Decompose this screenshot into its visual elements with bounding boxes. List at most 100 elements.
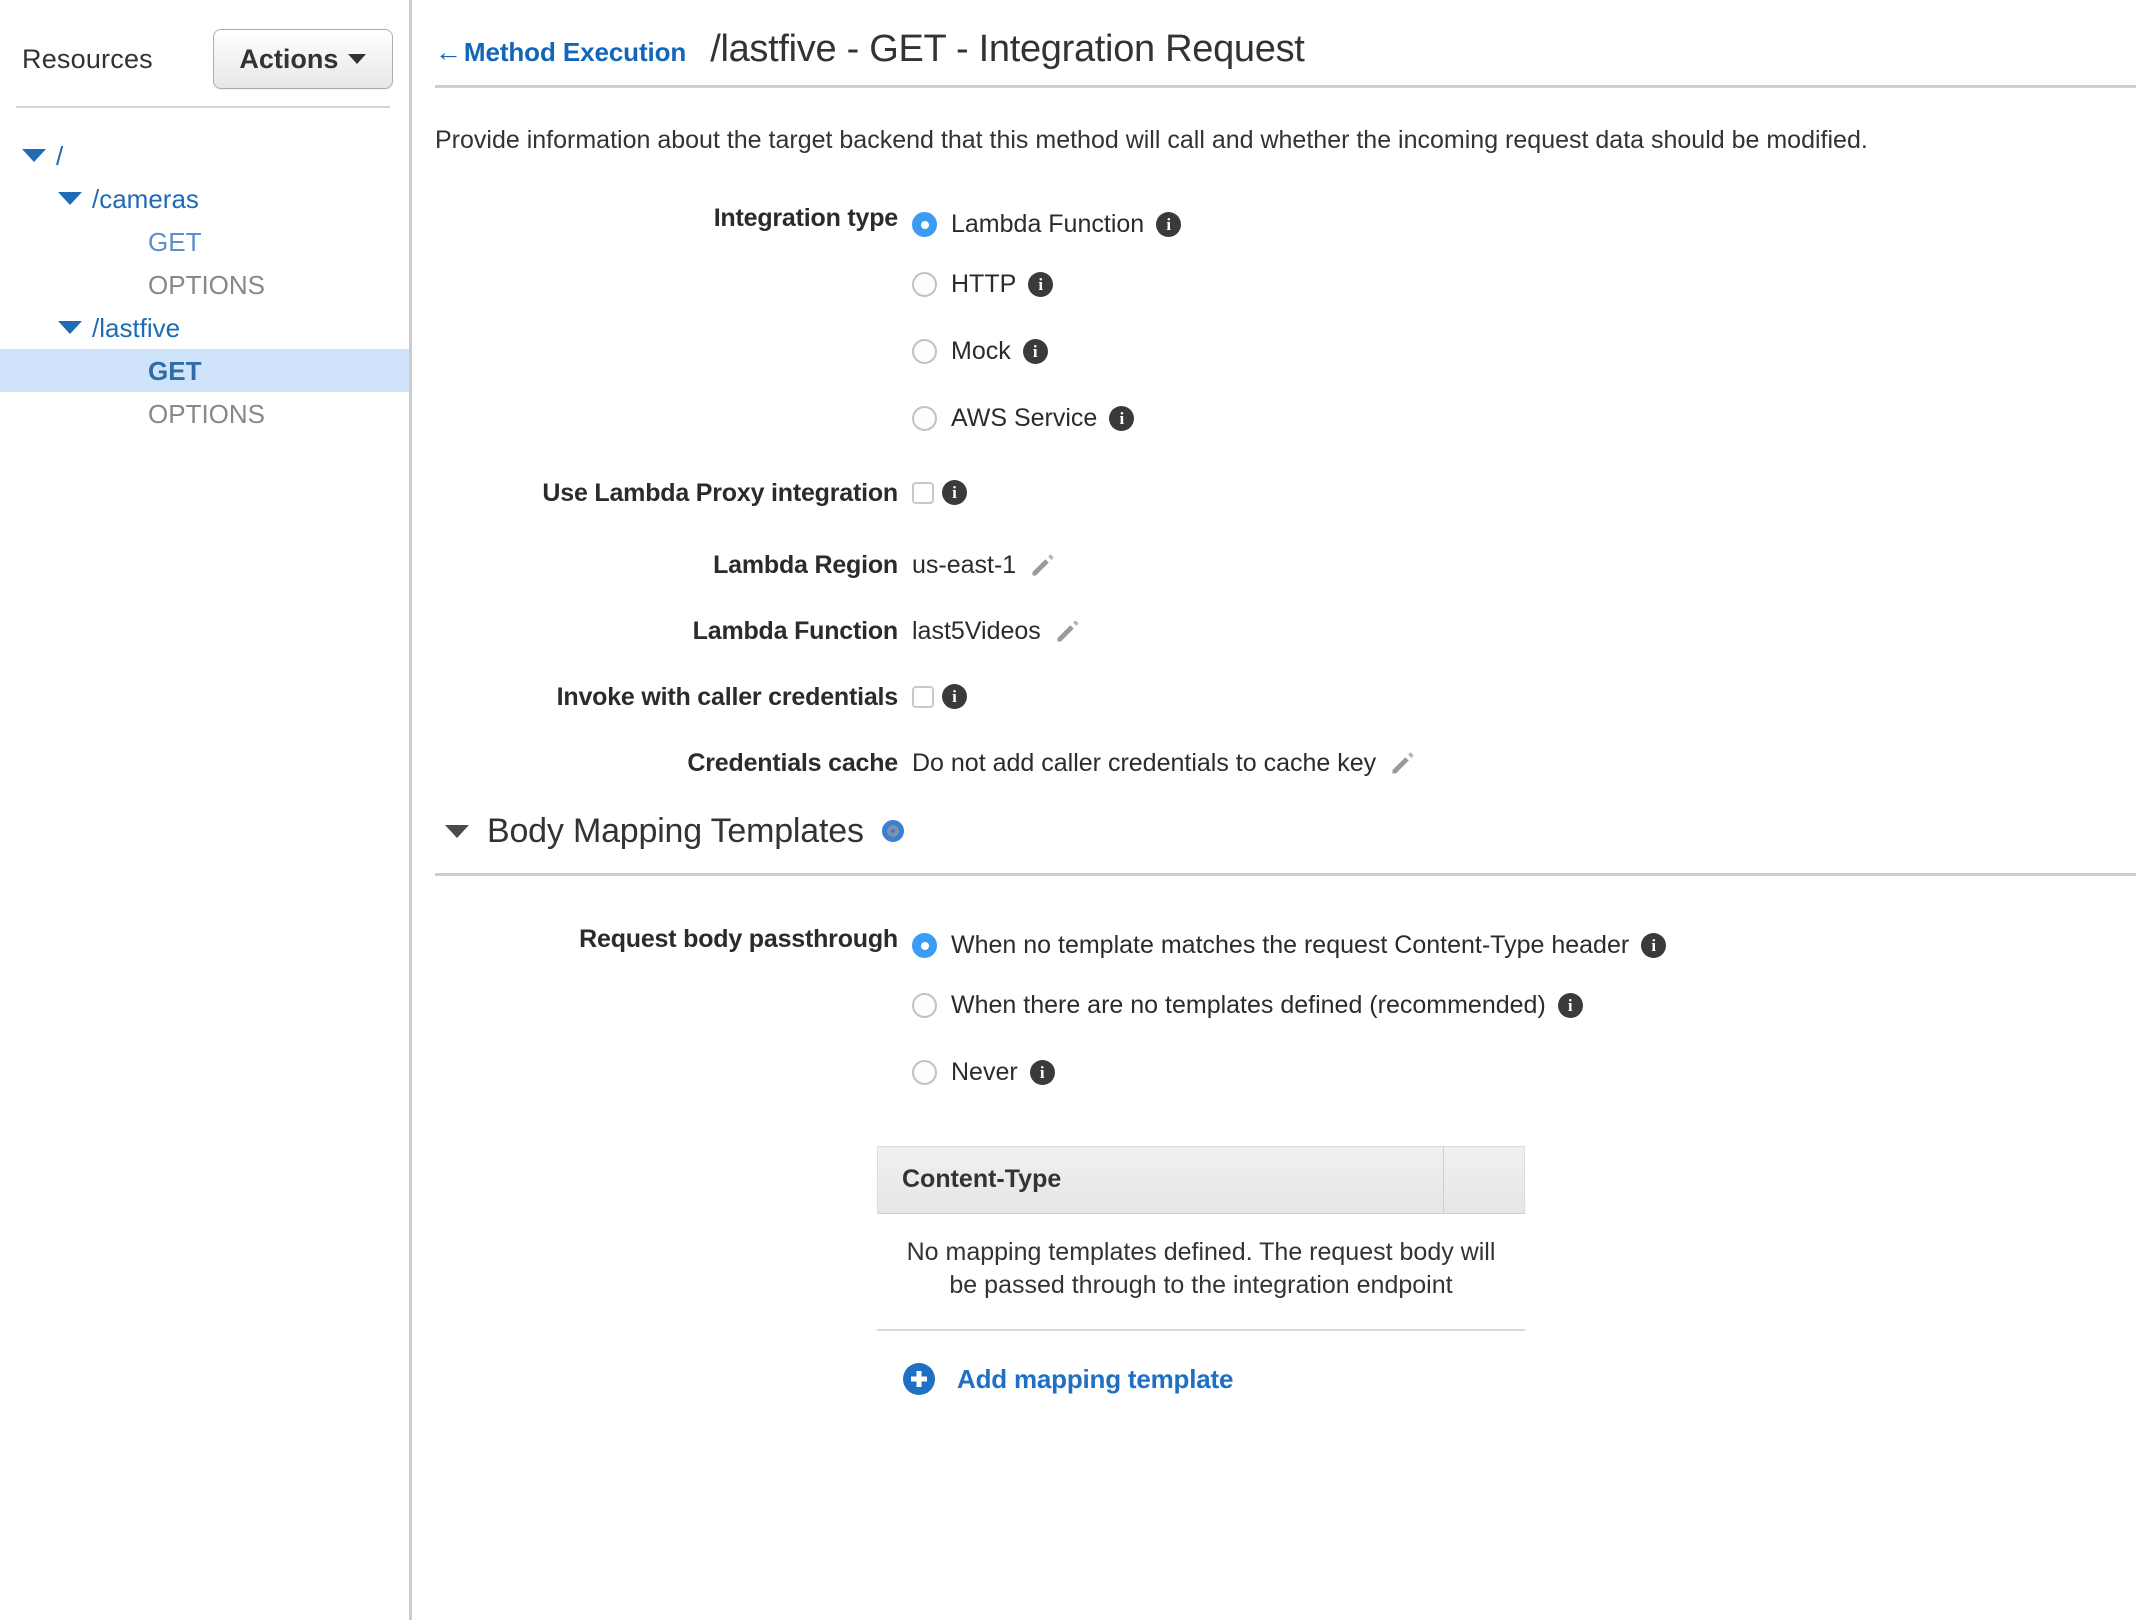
integration-type-option-label: AWS Service [951, 403, 1098, 432]
passthrough-option-label: Never [951, 1057, 1018, 1086]
tree-item-get[interactable]: GET [0, 349, 412, 392]
integration-type-label: Integration type [713, 203, 899, 232]
lambda-region-row: Lambda Region us-east-1 [412, 546, 2148, 584]
tree-item-label: GET [148, 355, 202, 386]
main-content: ←Method Execution /lastfive - GET - Inte… [412, 0, 2148, 1620]
passthrough-radio[interactable] [912, 933, 937, 958]
triangle-down-icon [58, 321, 82, 334]
caller-credentials-checkbox[interactable] [912, 685, 934, 708]
method-execution-back-link[interactable]: ←Method Execution [435, 37, 686, 68]
lambda-proxy-label: Use Lambda Proxy integration [542, 478, 898, 507]
edit-pencil-icon[interactable] [1053, 617, 1083, 645]
tree-item-lastfive[interactable]: /lastfive [0, 306, 412, 349]
tree-item-get[interactable]: GET [0, 220, 412, 263]
info-icon[interactable]: i [1029, 1059, 1055, 1085]
info-icon[interactable]: i [942, 480, 967, 505]
integration-type-radio[interactable] [912, 212, 937, 237]
tree-item-[interactable]: / [0, 134, 412, 177]
credentials-cache-label: Credentials cache [687, 748, 898, 777]
back-arrow-icon: ← [435, 37, 462, 67]
lambda-region-label: Lambda Region [713, 550, 898, 579]
column-header-content-type: Content-Type [878, 1146, 1444, 1213]
caller-credentials-control: i [912, 678, 967, 716]
page-header: ←Method Execution /lastfive - GET - Inte… [412, 0, 2148, 71]
body-mapping-section-header[interactable]: Body Mapping Templates [412, 812, 2148, 851]
integration-type-option[interactable]: HTTP i [912, 251, 1181, 318]
expand-triangle-icon[interactable] [12, 149, 56, 162]
info-icon[interactable]: i [1557, 992, 1583, 1018]
lambda-proxy-control: i [912, 474, 967, 512]
column-header-actions [1444, 1147, 1524, 1213]
table-empty-message: No mapping templates defined. The reques… [877, 1214, 1525, 1331]
integration-type-radio[interactable] [912, 338, 937, 364]
info-icon[interactable]: i [1156, 212, 1182, 237]
tree-item-cameras[interactable]: /cameras [0, 177, 412, 220]
resources-sidebar: Resources Actions / /cameras GET OPTIONS/la… [0, 0, 412, 1620]
back-link-label: Method Execution [463, 37, 687, 67]
edit-pencil-icon[interactable] [1388, 749, 1418, 777]
integration-type-radio[interactable] [912, 271, 937, 297]
integration-type-option-label: HTTP [951, 269, 1017, 298]
lambda-function-value: last5Videos [912, 616, 1041, 645]
passthrough-option[interactable]: When no template matches the request Con… [912, 920, 1667, 972]
sidebar-header: Resources Actions [0, 0, 412, 96]
passthrough-option-label: When no template matches the request Con… [951, 931, 1630, 959]
passthrough-option[interactable]: When there are no templates defined (rec… [912, 972, 1666, 1039]
actions-button[interactable]: Actions [212, 29, 393, 89]
tree-item-label: OPTIONS [148, 398, 266, 429]
tree-item-label: GET [148, 226, 202, 257]
tree-item-options[interactable]: OPTIONS [0, 263, 412, 306]
lambda-region-value: us-east-1 [912, 550, 1017, 579]
info-icon[interactable]: i [942, 684, 967, 709]
api-gateway-console: Resources Actions / /cameras GET OPTIONS/la… [0, 0, 2148, 1620]
add-mapping-template-label: Add mapping template [957, 1363, 1234, 1394]
integration-type-radio[interactable] [912, 405, 937, 431]
integration-type-options: Lambda Function i HTTP i Mock i AWS Service i [912, 199, 1182, 452]
status-dot-icon [881, 820, 904, 842]
caller-credentials-row: Invoke with caller credentials i [412, 678, 2148, 716]
table-header-row: Content-Type [877, 1145, 1525, 1214]
edit-pencil-icon[interactable] [1028, 551, 1058, 579]
resources-title: Resources [22, 43, 153, 74]
passthrough-row: Request body passthrough When no templat… [412, 920, 2148, 1106]
lambda-region-control: us-east-1 [912, 546, 1058, 584]
integration-type-option-label: Lambda Function [951, 210, 1145, 238]
integration-type-option[interactable]: AWS Service i [912, 385, 1181, 452]
section-rule [435, 872, 2136, 876]
page-description: Provide information about the target bac… [435, 126, 1868, 154]
tree-item-label: OPTIONS [148, 269, 266, 300]
lambda-proxy-row: Use Lambda Proxy integration i [412, 474, 2148, 512]
tree-item-label: / [56, 140, 64, 171]
tree-item-label: /lastfive [92, 312, 181, 343]
collapse-triangle-icon[interactable] [445, 824, 469, 838]
chevron-down-icon [348, 54, 367, 64]
tree-item-label: /cameras [92, 183, 199, 214]
passthrough-radio[interactable] [912, 992, 937, 1018]
passthrough-radio[interactable] [912, 1059, 937, 1085]
info-icon[interactable]: i [1109, 405, 1135, 431]
plus-icon [903, 1363, 935, 1395]
credentials-cache-value: Do not add caller credentials to cache k… [912, 748, 1377, 777]
lambda-proxy-checkbox[interactable] [912, 481, 934, 504]
integration-type-row: Integration type Lambda Function i HTTP i Mo… [412, 199, 2148, 452]
caller-credentials-label: Invoke with caller credentials [556, 682, 899, 711]
credentials-cache-control: Do not add caller credentials to cache k… [912, 744, 1418, 782]
integration-type-option[interactable]: Lambda Function i [912, 199, 1182, 251]
expand-triangle-icon[interactable] [48, 321, 92, 334]
resource-tree: / /cameras GET OPTIONS/lastfive GET OPTIONS [0, 108, 412, 435]
actions-button-label: Actions [239, 43, 339, 74]
page-title: /lastfive - GET - Integration Request [710, 28, 1305, 70]
info-icon[interactable]: i [1641, 933, 1667, 958]
integration-form: Integration type Lambda Function i HTTP i Mo… [412, 199, 2148, 782]
triangle-down-icon [22, 149, 46, 162]
lambda-function-label: Lambda Function [692, 616, 899, 645]
passthrough-options: When no template matches the request Con… [912, 920, 1667, 1106]
info-icon[interactable]: i [1022, 338, 1048, 364]
integration-type-option[interactable]: Mock i [912, 318, 1181, 385]
passthrough-option-label: When there are no templates defined (rec… [951, 990, 1546, 1019]
passthrough-option[interactable]: Never i [912, 1039, 1666, 1106]
info-icon[interactable]: i [1028, 271, 1054, 297]
add-mapping-template-button[interactable]: Add mapping template [877, 1363, 1525, 1395]
tree-item-options[interactable]: OPTIONS [0, 392, 412, 435]
expand-triangle-icon[interactable] [48, 192, 92, 205]
